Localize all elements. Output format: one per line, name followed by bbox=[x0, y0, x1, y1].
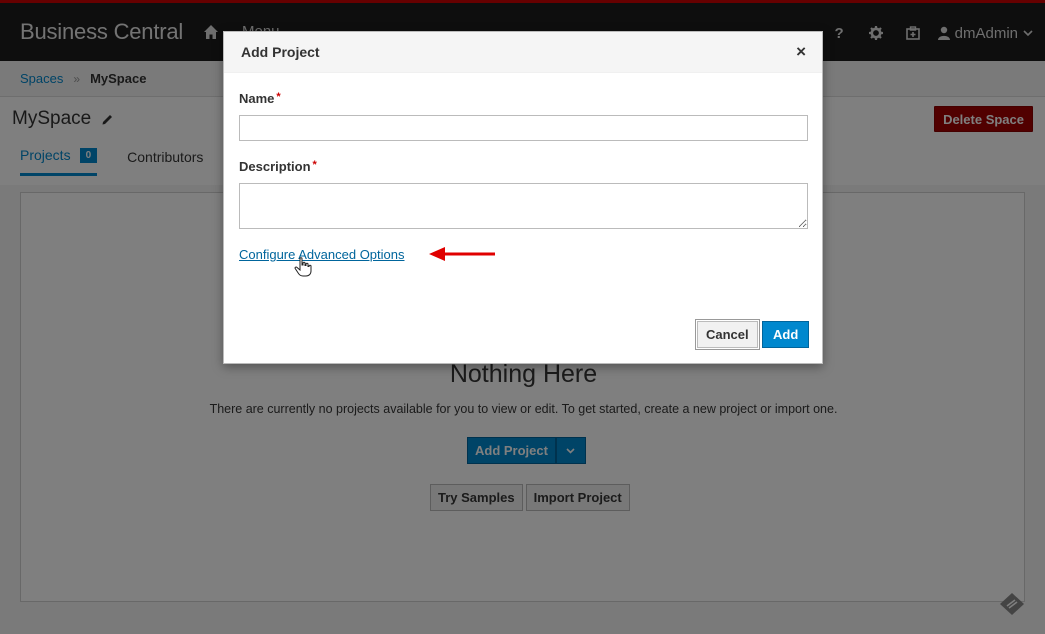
required-marker: * bbox=[312, 159, 317, 171]
hand-cursor-icon bbox=[294, 257, 312, 277]
required-marker: * bbox=[276, 91, 281, 103]
cancel-button[interactable]: Cancel bbox=[695, 319, 760, 350]
add-button[interactable]: Add bbox=[762, 321, 810, 348]
description-field[interactable] bbox=[239, 183, 808, 229]
add-project-modal: Add Project × Name * Description * Configu… bbox=[223, 31, 823, 364]
close-icon[interactable]: × bbox=[796, 42, 806, 62]
modal-title: Add Project bbox=[241, 44, 320, 60]
description-label-text: Description bbox=[239, 159, 311, 174]
modal-header: Add Project × bbox=[224, 32, 822, 73]
configure-advanced-options-link[interactable]: Configure Advanced Options bbox=[239, 247, 405, 262]
annotation-arrow-icon bbox=[429, 247, 495, 261]
name-label-text: Name bbox=[239, 91, 275, 106]
name-label: Name * bbox=[239, 91, 281, 106]
description-label: Description * bbox=[239, 159, 317, 174]
name-field[interactable] bbox=[239, 115, 808, 141]
